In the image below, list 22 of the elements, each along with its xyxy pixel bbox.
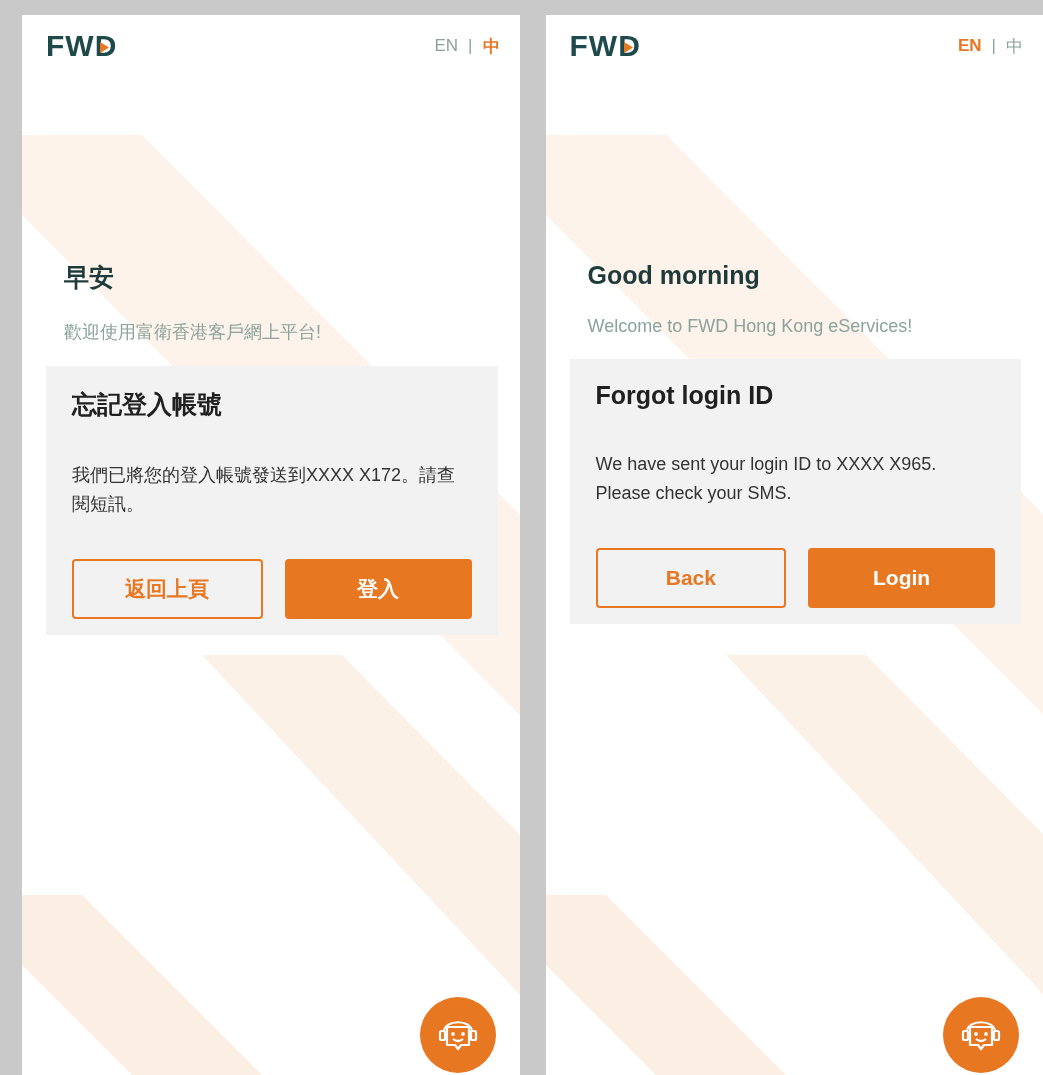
message-text: We have sent your login ID to XXXX X965. Please check your SMS. [595,453,938,505]
language-option[interactable]: EN [957,36,982,56]
login-button[interactable]: 登入 [284,558,472,619]
back-button[interactable]: 返回上頁 [72,558,263,619]
card-title: 忘記登入帳號 [72,389,223,420]
message-text: 我們已將您的登入帳號發送到XXXX X172。請查閱短訊。 [72,464,457,516]
login-button[interactable]: Login [808,547,995,608]
logo: FWD [569,29,641,63]
welcome-text: 歡迎使用富衛香港客戶網上平台! [64,321,322,344]
card-title: Forgot login ID [595,381,775,410]
play-icon [623,42,633,53]
separator: | [468,36,473,56]
separator: | [991,36,996,56]
logo: FWD [46,29,118,63]
welcome-text: Welcome to FWD Hong Kong eServices! [587,316,914,337]
greeting: Good morning [587,261,761,290]
language-option[interactable]: EN [434,36,459,56]
language-option[interactable]: 中 [482,34,500,58]
back-button[interactable]: Back [595,547,787,608]
greeting: 早安 [64,262,115,293]
play-icon [100,42,110,53]
language-option[interactable]: 中 [1006,34,1023,58]
